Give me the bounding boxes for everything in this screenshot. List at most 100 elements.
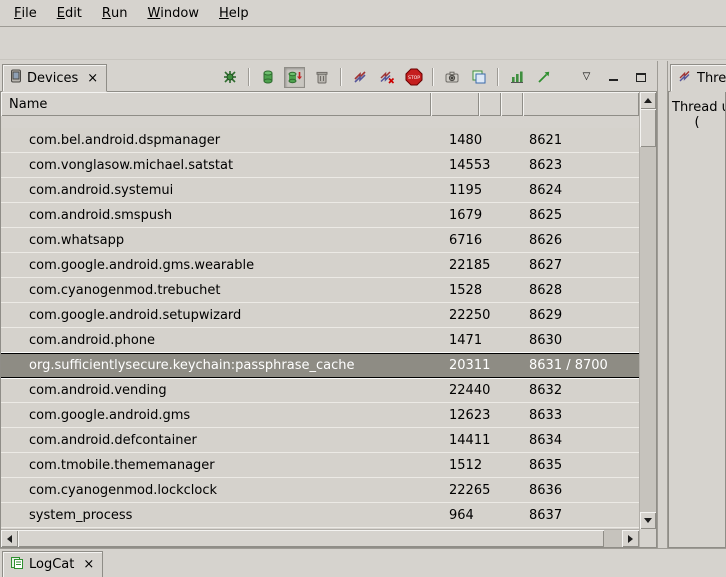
- process-pid: 22250: [431, 308, 479, 323]
- devices-tabbar: Devices ×: [0, 61, 657, 92]
- column-header-blank2[interactable]: [501, 92, 523, 116]
- process-name: com.google.android.gms: [1, 408, 431, 423]
- table-row[interactable]: com.android.defcontainer144118634: [1, 428, 639, 453]
- process-port: 8634: [523, 433, 639, 448]
- top-toolbar-strip: [0, 27, 726, 60]
- menu-edit[interactable]: Edit: [47, 0, 92, 26]
- stop-threads-icon[interactable]: [376, 67, 397, 88]
- table-row[interactable]: com.whatsapp67168626: [1, 228, 639, 253]
- column-header-pid[interactable]: [431, 92, 479, 116]
- table-row[interactable]: com.cyanogenmod.lockclock222658636: [1, 478, 639, 503]
- table-row[interactable]: org.sufficientlysecure.keychain:passphra…: [1, 353, 639, 378]
- tab-label: Threads: [697, 71, 726, 86]
- process-pid: 14553: [431, 158, 479, 173]
- column-header-blank1[interactable]: [479, 92, 501, 116]
- vertical-scrollbar[interactable]: [639, 92, 656, 529]
- column-header-port[interactable]: [523, 92, 639, 116]
- logcat-tab-icon: [10, 556, 24, 574]
- table-row[interactable]: com.google.android.setupwizard22250 8629: [1, 303, 639, 328]
- process-pid: 14411: [431, 433, 479, 448]
- table-header: Name: [1, 92, 639, 116]
- table-row[interactable]: com.bel.android.dspmanager14808621: [1, 128, 639, 153]
- process-pid: 1528: [431, 283, 479, 298]
- scroll-left-button[interactable]: [1, 530, 18, 547]
- update-threads-icon[interactable]: [349, 67, 370, 88]
- devices-toolbar: STOP ▽: [219, 65, 651, 89]
- vertical-scroll-column: [639, 92, 656, 547]
- tab-label: Devices: [27, 71, 78, 86]
- vertical-scroll-thumb[interactable]: [640, 109, 656, 147]
- process-port: 8628: [523, 283, 639, 298]
- tab-devices[interactable]: Devices ×: [2, 64, 107, 92]
- process-pid: 1480: [431, 133, 479, 148]
- tab-label: LogCat: [29, 557, 74, 572]
- process-port: 8630: [523, 333, 639, 348]
- cause-gc-icon[interactable]: [311, 67, 332, 88]
- panel-sash[interactable]: [658, 61, 667, 548]
- process-name: com.vonglasow.michael.satstat: [1, 158, 431, 173]
- table-row[interactable]: com.android.phone14718630: [1, 328, 639, 353]
- process-port: 8629: [523, 308, 639, 323]
- process-port: 8637: [523, 508, 639, 523]
- process-pid: 22440: [431, 383, 479, 398]
- table-main: Name com.bel.android.dspmanager14808621c…: [1, 92, 639, 547]
- menu-help[interactable]: Help: [209, 0, 259, 26]
- vertical-scroll-trough[interactable]: [640, 147, 656, 512]
- update-heap-icon[interactable]: [257, 67, 278, 88]
- table-row[interactable]: com.android.smspush16798625: [1, 203, 639, 228]
- column-header-name[interactable]: Name: [1, 92, 431, 116]
- menu-window[interactable]: Window: [137, 0, 209, 26]
- method-profiling-icon[interactable]: [506, 67, 527, 88]
- close-icon[interactable]: ×: [86, 72, 99, 85]
- threads-tabbar: Threads: [668, 61, 726, 92]
- horizontal-scroll-trough[interactable]: [604, 530, 622, 547]
- view-menu-icon[interactable]: ▽: [576, 67, 597, 88]
- horizontal-scroll-thumb[interactable]: [18, 530, 604, 547]
- process-port: 8627: [523, 258, 639, 273]
- horizontal-scrollbar[interactable]: [1, 529, 639, 547]
- table-row[interactable]: com.cyanogenmod.trebuchet15288628: [1, 278, 639, 303]
- table-row[interactable]: com.tmobile.thememanager15128635: [1, 453, 639, 478]
- table-row[interactable]: system_process964 8637: [1, 503, 639, 528]
- table-row[interactable]: com.android.vending224408632: [1, 378, 639, 403]
- menu-run[interactable]: Run: [92, 0, 138, 26]
- process-name: system_process: [1, 508, 431, 523]
- table-row[interactable]: com.google.android.gms126238633: [1, 403, 639, 428]
- system-info-icon[interactable]: [468, 67, 489, 88]
- minimize-icon[interactable]: [603, 67, 624, 88]
- process-pid: 22185: [431, 258, 479, 273]
- screenshot-icon[interactable]: [441, 67, 462, 88]
- process-name: com.android.vending: [1, 383, 431, 398]
- process-port: 8636: [523, 483, 639, 498]
- devices-panel: Devices ×: [0, 61, 658, 548]
- tab-threads[interactable]: Threads: [670, 64, 726, 92]
- devices-table: Name com.bel.android.dspmanager14808621c…: [0, 92, 657, 548]
- debug-icon[interactable]: [219, 67, 240, 88]
- toolbar-separator: [248, 68, 249, 86]
- process-port: 8625: [523, 208, 639, 223]
- close-icon[interactable]: ×: [82, 558, 95, 571]
- process-pid: 6716: [431, 233, 479, 248]
- process-name: com.android.phone: [1, 333, 431, 348]
- main-area: Devices ×: [0, 61, 726, 548]
- process-port: 8633: [523, 408, 639, 423]
- stop-process-icon[interactable]: STOP: [403, 67, 424, 88]
- process-name: com.android.systemui: [1, 183, 431, 198]
- process-name: com.google.android.setupwizard: [1, 308, 431, 323]
- table-row[interactable]: com.vonglasow.michael.satstat145538623: [1, 153, 639, 178]
- scroll-right-button[interactable]: [622, 530, 639, 547]
- logcat-bar: LogCat ×: [0, 548, 726, 577]
- tab-logcat[interactable]: LogCat ×: [2, 551, 103, 577]
- table-rows: com.bel.android.dspmanager14808621com.vo…: [1, 116, 639, 529]
- process-pid: 20311: [431, 358, 479, 373]
- process-pid: 964: [431, 508, 479, 523]
- scroll-up-button[interactable]: [640, 92, 656, 109]
- table-row[interactable]: com.android.systemui11958624: [1, 178, 639, 203]
- maximize-icon[interactable]: [630, 67, 651, 88]
- table-row[interactable]: com.google.android.gms.wearable221858627: [1, 253, 639, 278]
- start-profiling-icon[interactable]: [533, 67, 554, 88]
- scroll-down-button[interactable]: [640, 512, 656, 529]
- menu-file[interactable]: File: [4, 0, 47, 26]
- dump-hprof-icon[interactable]: [284, 67, 305, 88]
- toolbar-separator: [497, 68, 498, 86]
